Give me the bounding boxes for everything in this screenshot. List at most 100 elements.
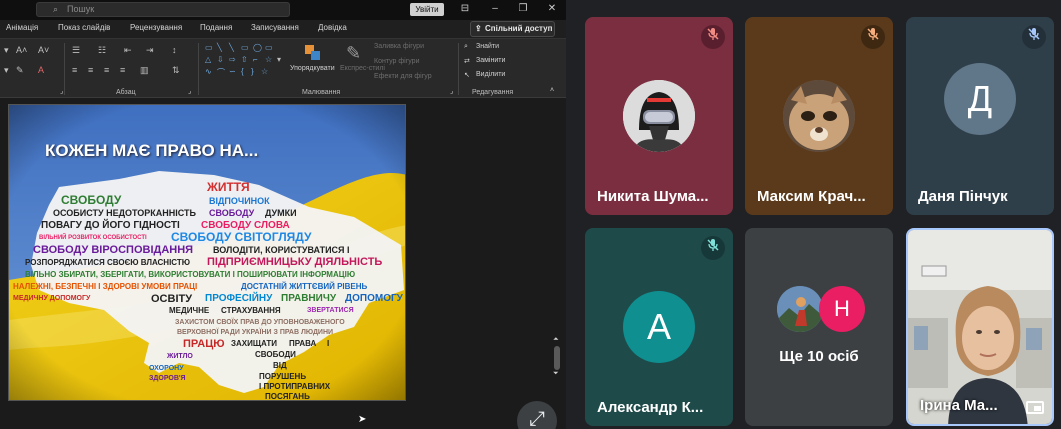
bullets-icon[interactable]: ☰: [72, 45, 80, 56]
collapse-ribbon-icon[interactable]: ˄: [550, 87, 554, 94]
indent-increase-icon[interactable]: ⇥: [146, 45, 154, 56]
line-shape-icon[interactable]: ╲: [217, 43, 222, 52]
tab-help[interactable]: Довідка: [318, 23, 347, 32]
drawing-dialog-icon[interactable]: ⌟: [450, 87, 453, 95]
star-shape-icon[interactable]: ☆: [261, 67, 268, 76]
cloud-word: ВІДПОЧИНОК: [209, 196, 270, 206]
more-participants-tile[interactable]: Н Ще 10 осіб: [745, 228, 893, 426]
participant-tile-video[interactable]: Ірина Ма...: [906, 228, 1054, 426]
arrow-shape-icon[interactable]: ⇨: [229, 55, 236, 64]
cloud-word: ПІДПРИЄМНИЦЬКУ ДІЯЛЬНІСТЬ: [207, 256, 382, 268]
participant-tile[interactable]: Никита Шума...: [585, 17, 733, 215]
ribbon-display-icon[interactable]: ⊟: [458, 2, 472, 16]
vertical-scrollbar[interactable]: [554, 346, 560, 370]
paragraph-dialog-icon[interactable]: ⌟: [188, 87, 191, 95]
font-size-box-icon[interactable]: ▾: [4, 45, 9, 56]
freeform-shape-icon[interactable]: ∽: [229, 67, 236, 76]
numbering-icon[interactable]: ☷: [98, 45, 106, 56]
shape-effects-button[interactable]: Ефекти для фігур: [374, 73, 432, 80]
shape-fill-button[interactable]: Заливка фігури: [374, 43, 424, 50]
find-button[interactable]: Знайти: [476, 43, 499, 50]
shapes-more-icon[interactable]: ▾: [277, 55, 281, 64]
font-color-icon[interactable]: A: [38, 65, 44, 75]
quick-styles-icon[interactable]: ✎: [346, 43, 361, 64]
textbox-shape-icon[interactable]: ▭: [205, 43, 213, 52]
justify-icon[interactable]: ≡: [120, 65, 125, 75]
arrow-shape-icon[interactable]: ⇧: [241, 55, 248, 64]
scroll-up-icon[interactable]: ⏶: [553, 336, 559, 344]
group-label-paragraph: Абзац: [116, 89, 136, 96]
tab-view[interactable]: Подання: [200, 23, 232, 32]
star-shape-icon[interactable]: ☆: [265, 55, 272, 64]
participant-tile[interactable]: А Александр К...: [585, 228, 733, 426]
mic-muted-icon: [701, 236, 725, 260]
share-button[interactable]: ⇪ Спільний доступ: [470, 21, 555, 37]
shape-outline-button[interactable]: Контур фігури: [374, 58, 419, 65]
tab-slideshow[interactable]: Показ слайдів: [58, 23, 110, 32]
cloud-word: МЕДИЧНУ ДОПОМОГУ: [13, 295, 91, 302]
arrange-icon[interactable]: [305, 45, 321, 61]
arrow-shape-icon[interactable]: ⇩: [217, 55, 224, 64]
cloud-word: СВОБОДУ ВІРОСПОВІДАННЯ: [33, 244, 193, 256]
replace-icon: ⇄: [464, 58, 470, 65]
scroll-down-icon[interactable]: ⏷: [553, 370, 559, 378]
shapes-gallery[interactable]: ▭ ╲ ╲ ▭ ◯ ▭ △ ⇩ ⇨ ⇧ ⌐ ☆ ∿ ⌒ ∽ { } ☆ ▾: [205, 43, 285, 83]
font-dialog-icon[interactable]: ⌟: [60, 87, 63, 95]
slide-canvas[interactable]: КОЖЕН МАЄ ПРАВО НА... ЖИТТЯ СВОБОДУ ВІДП…: [8, 104, 406, 401]
oval-shape-icon[interactable]: ◯: [253, 43, 262, 52]
quick-styles-label[interactable]: Експрес-стилі: [340, 65, 385, 72]
align-center-icon[interactable]: ≡: [88, 65, 93, 75]
arrange-label[interactable]: Упорядкувати: [290, 65, 335, 72]
minimize-icon[interactable]: –: [488, 2, 502, 16]
tab-recording[interactable]: Записування: [251, 23, 299, 32]
slide-word-cloud: ЖИТТЯ СВОБОДУ ВІДПОЧИНОК ОСОБИСТУ НЕДОТО…: [13, 180, 404, 401]
participant-name: Даня Пінчук: [918, 188, 1008, 205]
line-spacing-icon[interactable]: ↕: [172, 45, 177, 55]
cloud-word: МЕДИЧНЕ: [169, 306, 210, 315]
maximize-icon[interactable]: ❐: [516, 2, 530, 16]
cloud-word: ЗАХИЩАТИ: [231, 339, 277, 348]
brace-shape-icon[interactable]: {: [241, 67, 244, 76]
cloud-word: СВОБОДИ: [255, 350, 296, 359]
cloud-word: ВОЛОДІТИ, КОРИСТУВАТИСЯ І: [213, 245, 350, 255]
participant-name: Ірина Ма...: [920, 397, 998, 414]
align-left-icon[interactable]: ≡: [72, 65, 77, 75]
replace-button[interactable]: Замінити: [476, 57, 505, 64]
find-icon: ⌕: [464, 43, 468, 50]
text-direction-icon[interactable]: ⇅: [172, 65, 180, 76]
rectangle-shape-icon[interactable]: ▭: [265, 43, 273, 52]
line-shape-icon[interactable]: ╲: [229, 43, 234, 52]
search-input[interactable]: ⌕ Пошук: [36, 2, 290, 17]
ribbon-separator: [458, 43, 459, 95]
select-button[interactable]: Виділити: [476, 71, 505, 78]
group-label-editing: Редагування: [472, 89, 514, 96]
curve-shape-icon[interactable]: ⌒: [217, 67, 225, 78]
font-grow-icon[interactable]: A˄: [16, 45, 27, 55]
participant-tile[interactable]: Максим Крач...: [745, 17, 893, 215]
rectangle-shape-icon[interactable]: ▭: [241, 43, 249, 52]
font-misc-icon[interactable]: ▾: [4, 65, 9, 76]
more-participants-label: Ще 10 осіб: [779, 348, 859, 365]
cloud-word: ВІЛЬНО ЗБИРАТИ, ЗБЕРІГАТИ, ВИКОРИСТОВУВА…: [25, 270, 355, 279]
cloud-word: ПОСЯГАНЬ: [265, 392, 310, 401]
tab-review[interactable]: Рецензування: [130, 23, 182, 32]
sign-in-button[interactable]: Увійти: [410, 3, 444, 16]
brace-shape-icon[interactable]: }: [251, 67, 254, 76]
tab-animation[interactable]: Анімація: [6, 23, 38, 32]
font-shrink-icon[interactable]: A˅: [38, 45, 49, 55]
cloud-word: ВІЛЬНИЙ РОЗВИТОК ОСОБИСТОСТІ: [39, 233, 147, 241]
participant-tile[interactable]: Д Даня Пінчук: [906, 17, 1054, 215]
close-icon[interactable]: ✕: [545, 2, 559, 16]
triangle-shape-icon[interactable]: △: [205, 55, 211, 64]
mic-muted-icon: [1022, 25, 1046, 49]
highlight-icon[interactable]: ✎: [16, 65, 24, 76]
columns-icon[interactable]: ▥: [140, 65, 149, 76]
title-bar: ⌕ Пошук Увійти ⊟ – ❐ ✕: [0, 0, 566, 20]
cloud-word: ПРОФЕСІЙНУ: [205, 291, 273, 304]
indent-decrease-icon[interactable]: ⇤: [124, 45, 132, 56]
connector-shape-icon[interactable]: ⌐: [253, 55, 258, 64]
ribbon-separator: [64, 43, 65, 95]
curve-shape-icon[interactable]: ∿: [205, 67, 212, 76]
align-right-icon[interactable]: ≡: [104, 65, 109, 75]
picture-in-picture-icon[interactable]: [1026, 401, 1044, 414]
